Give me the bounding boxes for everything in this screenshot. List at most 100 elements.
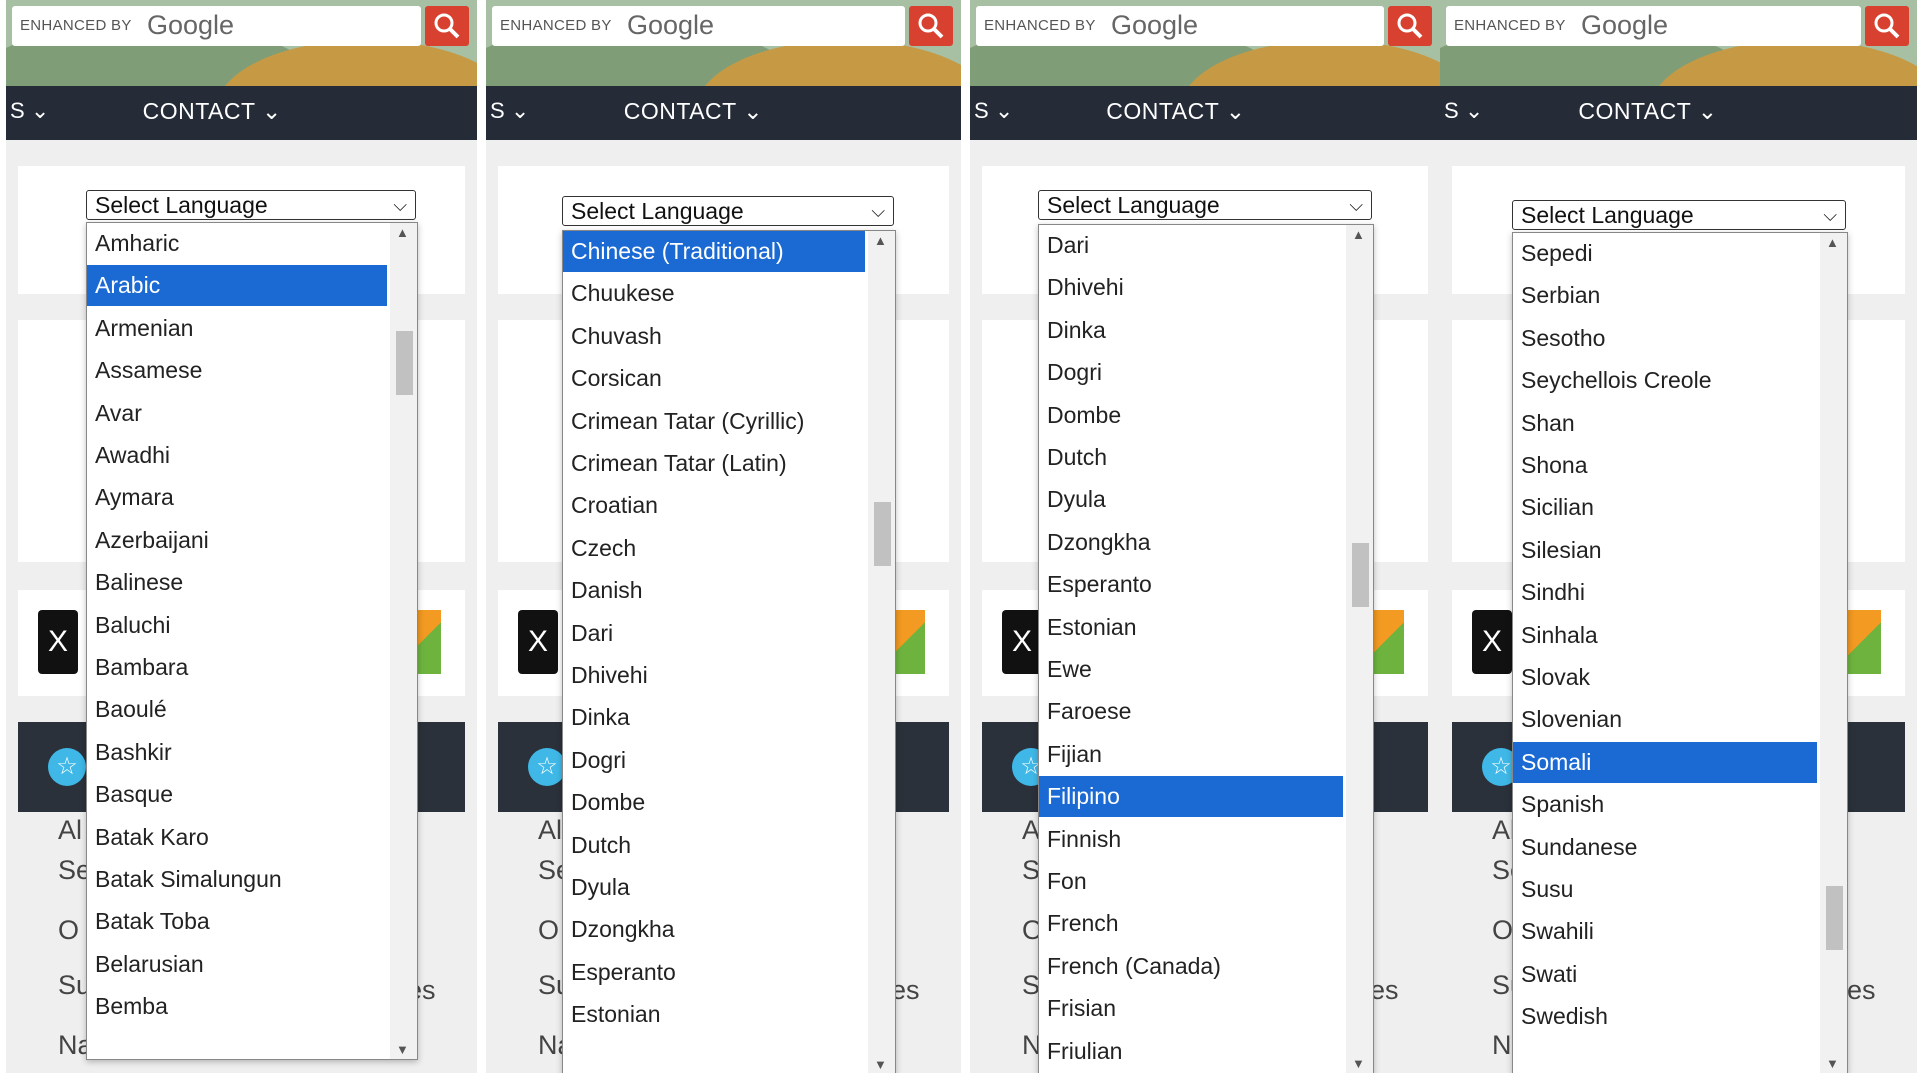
language-option[interactable]: Shona <box>1513 445 1817 486</box>
language-option[interactable]: Assamese <box>87 350 387 391</box>
nav-item-contact[interactable]: CONTACT ⌄ <box>1578 98 1717 125</box>
language-option[interactable]: Dombe <box>563 782 865 823</box>
scroll-thumb[interactable] <box>874 502 891 567</box>
language-option[interactable]: Seychellois Creole <box>1513 360 1817 401</box>
language-option[interactable]: Frisian <box>1039 988 1343 1029</box>
language-option[interactable]: Sinhala <box>1513 615 1817 656</box>
language-option[interactable]: Dombe <box>1039 395 1343 436</box>
search-button[interactable] <box>909 6 953 46</box>
language-option[interactable]: Corsican <box>563 358 865 399</box>
language-select[interactable]: Select Language ⌵ <box>562 196 894 226</box>
language-option[interactable]: Ewe <box>1039 649 1343 690</box>
language-option[interactable]: Dinka <box>1039 310 1343 351</box>
search-button[interactable] <box>1388 6 1432 46</box>
language-select[interactable]: Select Language ⌵ <box>86 190 416 220</box>
language-option[interactable]: Silesian <box>1513 530 1817 571</box>
language-option[interactable]: Susu <box>1513 869 1817 910</box>
language-option[interactable]: French (Canada) <box>1039 946 1343 987</box>
language-option[interactable]: Slovenian <box>1513 699 1817 740</box>
language-option[interactable]: Crimean Tatar (Latin) <box>563 443 865 484</box>
language-option[interactable]: Bemba <box>87 986 387 1027</box>
language-option[interactable]: Dyula <box>1039 479 1343 520</box>
language-option[interactable]: Azerbaijani <box>87 520 387 561</box>
scroll-down-icon[interactable]: ▼ <box>1826 1056 1839 1071</box>
language-option[interactable]: Batak Toba <box>87 901 387 942</box>
language-dropdown-list[interactable]: Chinese (Traditional) Chuukese Chuvash Cors… <box>562 230 896 1073</box>
language-option[interactable]: Dari <box>563 613 865 654</box>
language-option[interactable]: Dutch <box>1039 437 1343 478</box>
nav-item-partial[interactable]: S ⌄ <box>1444 98 1483 124</box>
language-option[interactable]: Somali <box>1513 741 1817 783</box>
language-option[interactable]: Crimean Tatar (Cyrillic) <box>563 401 865 442</box>
language-option[interactable]: Slovak <box>1513 657 1817 698</box>
language-option[interactable]: Dhivehi <box>563 655 865 696</box>
scroll-up-icon[interactable]: ▲ <box>874 233 887 248</box>
language-option[interactable]: Esperanto <box>563 952 865 993</box>
language-dropdown-list[interactable]: Sepedi Serbian Sesotho Seychellois Creole Sh… <box>1512 232 1848 1073</box>
language-option[interactable]: Belarusian <box>87 944 387 985</box>
language-option[interactable]: Sepedi <box>1513 233 1817 274</box>
scroll-up-icon[interactable]: ▲ <box>396 225 409 240</box>
language-select[interactable]: Select Language ⌵ <box>1512 200 1846 230</box>
language-option[interactable]: Sundanese <box>1513 827 1817 868</box>
x-logo-icon[interactable]: X <box>1002 610 1042 674</box>
language-option[interactable]: Estonian <box>1039 607 1343 648</box>
language-option[interactable]: Armenian <box>87 308 387 349</box>
language-option[interactable]: Friulian <box>1039 1031 1343 1072</box>
nav-item-contact[interactable]: CONTACT ⌄ <box>624 98 763 125</box>
scroll-down-icon[interactable]: ▼ <box>874 1057 887 1072</box>
language-option[interactable]: Dogri <box>563 740 865 781</box>
language-option[interactable]: Dari <box>1039 225 1343 266</box>
nav-item-partial[interactable]: S ⌄ <box>490 98 529 124</box>
language-option[interactable]: Chuukese <box>563 273 865 314</box>
scrollbar[interactable]: ▲ ▼ <box>390 223 417 1059</box>
scrollbar[interactable]: ▲ ▼ <box>1820 233 1847 1073</box>
language-option[interactable]: Swati <box>1513 954 1817 995</box>
scroll-up-icon[interactable]: ▲ <box>1352 227 1365 242</box>
language-dropdown-list[interactable]: Amharic Arabic Armenian Assamese Avar Awadhi A… <box>86 222 418 1060</box>
search-input[interactable]: ENHANCED BY Google <box>492 6 953 46</box>
language-option[interactable]: Dzongkha <box>563 909 865 950</box>
language-option[interactable]: Chinese (Traditional) <box>563 231 865 272</box>
language-option[interactable]: Bambara <box>87 647 387 688</box>
scroll-thumb[interactable] <box>396 330 413 395</box>
x-logo-icon[interactable]: X <box>1472 610 1512 674</box>
search-input[interactable]: ENHANCED BY Google <box>976 6 1432 46</box>
language-option[interactable]: Batak Simalungun <box>87 859 387 900</box>
language-option[interactable]: Dhivehi <box>1039 267 1343 308</box>
nav-item-contact[interactable]: CONTACT ⌄ <box>143 98 282 125</box>
nav-item-partial[interactable]: S ⌄ <box>974 98 1013 124</box>
language-option[interactable]: French <box>1039 903 1343 944</box>
search-input[interactable]: ENHANCED BY Google <box>12 6 469 46</box>
scrollbar[interactable]: ▲ ▼ <box>1346 225 1373 1073</box>
language-option[interactable]: Finnish <box>1039 819 1343 860</box>
nav-item-partial[interactable]: S ⌄ <box>10 98 49 124</box>
language-option[interactable]: Aymara <box>87 477 387 518</box>
language-option[interactable]: Czech <box>563 528 865 569</box>
language-option[interactable]: Spanish <box>1513 784 1817 825</box>
language-option[interactable]: Sindhi <box>1513 572 1817 613</box>
language-option[interactable]: Esperanto <box>1039 564 1343 605</box>
search-input[interactable]: ENHANCED BY Google <box>1446 6 1909 46</box>
language-option[interactable]: Croatian <box>563 485 865 526</box>
language-option[interactable]: Dzongkha <box>1039 522 1343 563</box>
language-option[interactable]: Swahili <box>1513 911 1817 952</box>
language-option[interactable]: Filipino <box>1039 776 1343 818</box>
language-option[interactable]: Awadhi <box>87 435 387 476</box>
language-option[interactable]: Fon <box>1039 861 1343 902</box>
language-option[interactable]: Swedish <box>1513 996 1817 1037</box>
language-option[interactable]: Baoulé <box>87 689 387 730</box>
language-option[interactable]: Bashkir <box>87 732 387 773</box>
language-option[interactable]: Arabic <box>87 265 387 307</box>
nav-item-contact[interactable]: CONTACT ⌄ <box>1106 98 1245 125</box>
language-option[interactable]: Danish <box>563 570 865 611</box>
x-logo-icon[interactable]: X <box>38 610 78 674</box>
scroll-up-icon[interactable]: ▲ <box>1826 235 1839 250</box>
language-option[interactable]: Basque <box>87 774 387 815</box>
scrollbar[interactable]: ▲ ▼ <box>868 231 895 1073</box>
language-option[interactable]: Batak Karo <box>87 817 387 858</box>
language-dropdown-list[interactable]: Dari Dhivehi Dinka Dogri Dombe Dutch Dyula Dzon… <box>1038 224 1374 1073</box>
language-option[interactable]: Dogri <box>1039 352 1343 393</box>
scroll-thumb[interactable] <box>1352 542 1369 607</box>
scroll-down-icon[interactable]: ▼ <box>1352 1056 1365 1071</box>
